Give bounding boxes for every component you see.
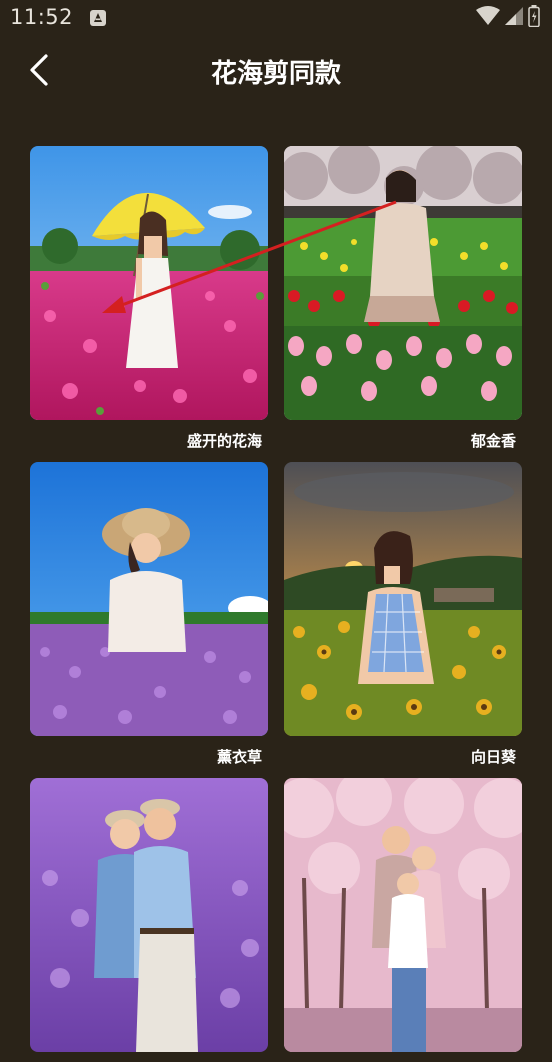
template-thumbnail bbox=[284, 146, 522, 420]
header: 花海剪同款 bbox=[0, 40, 552, 98]
couple-lavender-photo bbox=[30, 778, 268, 1052]
wifi-icon bbox=[476, 6, 500, 30]
template-caption: 薰衣草 bbox=[216, 748, 262, 766]
family-cherry-blossom-photo bbox=[284, 778, 522, 1052]
template-card[interactable]: 向日葵 bbox=[284, 462, 522, 767]
sunflower-field-photo bbox=[284, 462, 522, 736]
template-card[interactable] bbox=[284, 778, 522, 1062]
template-card[interactable] bbox=[30, 778, 268, 1062]
tulip-field-photo bbox=[284, 146, 522, 420]
template-thumbnail bbox=[30, 778, 268, 1052]
status-bar: 11:52 bbox=[0, 0, 552, 38]
flower-field-photo bbox=[30, 146, 268, 420]
page-title: 花海剪同款 bbox=[210, 59, 341, 89]
status-time: 11:52 bbox=[10, 5, 74, 29]
template-card[interactable]: 盛开的花海 bbox=[30, 146, 268, 451]
template-card[interactable]: 薰衣草 bbox=[30, 462, 268, 767]
template-card[interactable]: 郁金香 bbox=[284, 146, 522, 451]
template-caption: 郁金香 bbox=[470, 432, 516, 450]
template-caption: 向日葵 bbox=[470, 748, 516, 766]
template-thumbnail bbox=[30, 462, 268, 736]
battery-icon bbox=[528, 5, 540, 31]
template-thumbnail bbox=[30, 146, 268, 420]
template-caption: 盛开的花海 bbox=[186, 432, 262, 450]
app-notification-icon bbox=[89, 9, 107, 27]
lavender-field-photo bbox=[30, 462, 268, 736]
template-thumbnail bbox=[284, 778, 522, 1052]
status-icons bbox=[476, 5, 540, 31]
signal-icon bbox=[504, 6, 524, 30]
template-thumbnail bbox=[284, 462, 522, 736]
